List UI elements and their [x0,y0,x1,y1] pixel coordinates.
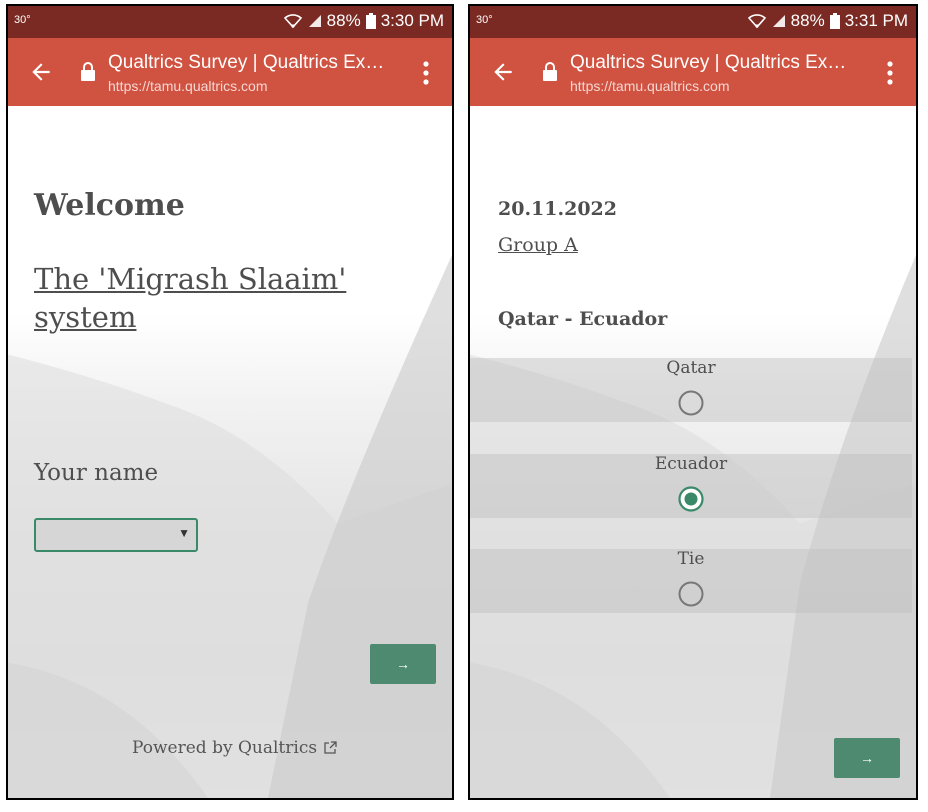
status-bar: 30° 88% 3:30 PM [8,6,452,38]
group-link[interactable]: Group A [498,234,578,256]
radio-selected-icon[interactable] [678,486,704,512]
survey-page: 20.11.2022 Group A Qatar - Ecuador Qatar… [470,106,916,798]
signal-icon [308,15,321,27]
match-date: 20.11.2022 [498,198,617,220]
back-arrow-icon[interactable] [490,59,516,85]
page-title: Qualtrics Survey | Qualtrics Ex… [108,52,385,73]
welcome-heading: Welcome [34,188,185,223]
wifi-icon [283,14,302,29]
browser-toolbar: Qualtrics Survey | Qualtrics Ex… https:/… [470,38,916,106]
url-text[interactable]: https://tamu.qualtrics.com [108,78,268,94]
battery-icon [829,13,840,29]
status-bar: 30° 88% 3:31 PM [470,6,916,38]
overflow-menu-icon[interactable] [422,60,430,86]
lock-icon [543,62,557,81]
page-title: Qualtrics Survey | Qualtrics Ex… [570,52,847,73]
signal-icon [772,15,785,27]
wifi-icon [747,14,766,29]
match-title: Qatar - Ecuador [498,308,668,330]
powered-by-link[interactable]: Powered by Qualtrics [132,738,337,758]
overflow-menu-icon[interactable] [886,60,894,86]
url-text[interactable]: https://tamu.qualtrics.com [570,78,730,94]
clock: 3:30 PM [380,11,444,30]
system-title-link[interactable]: The 'Migrash Slaaim' system [34,260,364,336]
phone-screen-left: 30° 88% 3:30 PM Qualtrics Survey | Qualt… [6,4,454,800]
survey-page: Welcome The 'Migrash Slaaim' system Your… [8,106,452,798]
external-link-icon [324,741,337,754]
lock-icon [81,62,95,81]
temperature-text: 30° [14,14,31,26]
temperature-text: 30° [476,14,493,26]
battery-percent: 88% [326,11,361,30]
option-label: Qatar [666,358,716,378]
radio-unselected-icon[interactable] [678,390,704,416]
next-button[interactable]: → [370,644,436,684]
option-label: Ecuador [654,454,728,474]
back-arrow-icon[interactable] [28,59,54,85]
option-qatar[interactable]: Qatar [470,358,912,422]
option-label: Tie [677,549,705,569]
name-label: Your name [34,460,159,486]
clock: 3:31 PM [844,11,908,30]
option-tie[interactable]: Tie [470,549,912,613]
powered-by-text: Powered by Qualtrics [132,738,318,758]
browser-toolbar: Qualtrics Survey | Qualtrics Ex… https:/… [8,38,452,106]
battery-percent: 88% [790,11,825,30]
phone-screen-right: 30° 88% 3:31 PM Qualtrics Survey | Qualt… [468,4,918,800]
next-button[interactable]: → [834,738,900,778]
dropdown-arrow-icon: ▼ [178,526,190,540]
name-dropdown[interactable]: ▼ [34,518,198,552]
battery-icon [365,13,376,29]
radio-unselected-icon[interactable] [678,581,704,607]
option-ecuador[interactable]: Ecuador [470,454,912,518]
